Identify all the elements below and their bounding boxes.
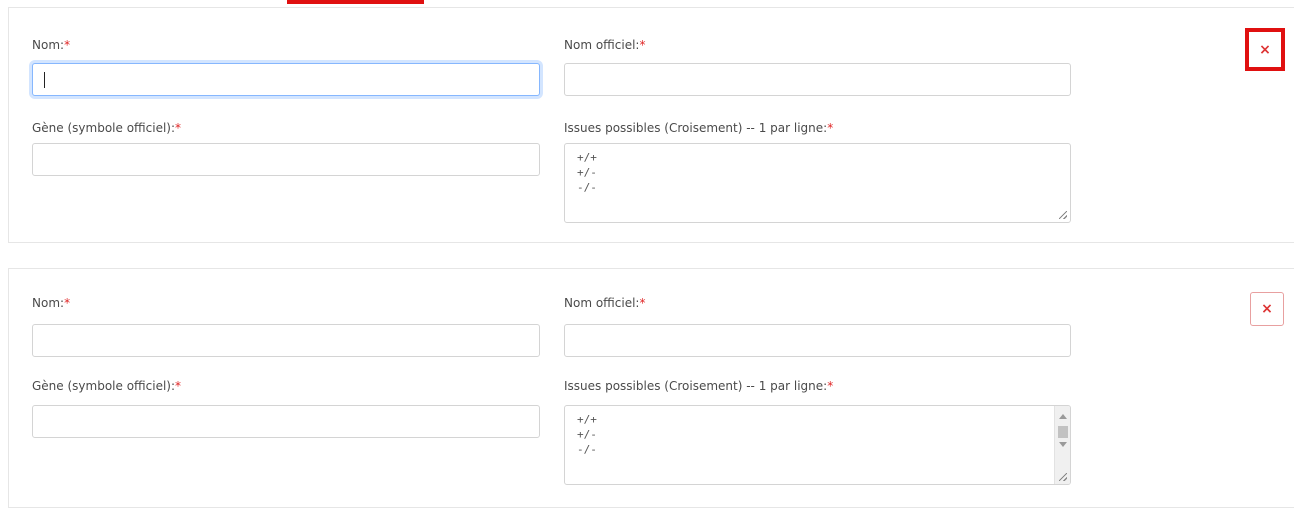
issue-line: +/- — [577, 428, 597, 441]
nom-input[interactable] — [32, 324, 540, 357]
nom-officiel-input[interactable] — [564, 324, 1071, 357]
required-asterisk: * — [827, 121, 834, 135]
delete-button[interactable]: × — [1245, 28, 1285, 71]
issues-label: Issues possibles (Croisement) -- 1 par l… — [564, 379, 834, 393]
issues-label: Issues possibles (Croisement) -- 1 par l… — [564, 121, 834, 135]
gene-form-card: Nom:* Nom officiel:* Gène (symbole offic… — [8, 7, 1294, 243]
gene-label: Gène (symbole officiel):* — [32, 121, 182, 135]
required-asterisk: * — [175, 121, 182, 135]
required-asterisk: * — [639, 38, 646, 52]
scroll-thumb[interactable] — [1058, 426, 1068, 438]
nom-officiel-label: Nom officiel:* — [564, 296, 646, 310]
required-asterisk: * — [64, 296, 71, 310]
issue-line: +/+ — [577, 413, 597, 426]
close-icon: × — [1261, 301, 1273, 317]
highlight-marker — [287, 0, 424, 4]
issue-line: -/- — [577, 443, 597, 456]
resize-handle[interactable] — [1059, 211, 1067, 219]
required-asterisk: * — [827, 379, 834, 393]
issue-line: -/- — [577, 181, 597, 194]
text-caret — [44, 72, 45, 88]
nom-label: Nom:* — [32, 296, 71, 310]
gene-input[interactable] — [32, 405, 540, 438]
gene-input[interactable] — [32, 143, 540, 176]
close-icon: × — [1259, 41, 1271, 58]
issue-line: +/- — [577, 166, 597, 179]
scroll-down-icon[interactable] — [1059, 442, 1067, 447]
gene-label: Gène (symbole officiel):* — [32, 379, 182, 393]
nom-label: Nom:* — [32, 38, 71, 52]
resize-handle[interactable] — [1059, 473, 1067, 481]
gene-form-card: Nom:* Nom officiel:* Gène (symbole offic… — [8, 268, 1294, 508]
issues-textarea[interactable]: +/+ +/- -/- — [564, 405, 1071, 485]
delete-button[interactable]: × — [1250, 292, 1284, 326]
required-asterisk: * — [639, 296, 646, 310]
issue-line: +/+ — [577, 151, 597, 164]
nom-officiel-input[interactable] — [564, 63, 1071, 96]
required-asterisk: * — [64, 38, 71, 52]
nom-input[interactable] — [32, 63, 540, 96]
required-asterisk: * — [175, 379, 182, 393]
issues-textarea[interactable]: +/+ +/- -/- — [564, 143, 1071, 223]
scroll-up-icon[interactable] — [1059, 414, 1067, 419]
nom-officiel-label: Nom officiel:* — [564, 38, 646, 52]
